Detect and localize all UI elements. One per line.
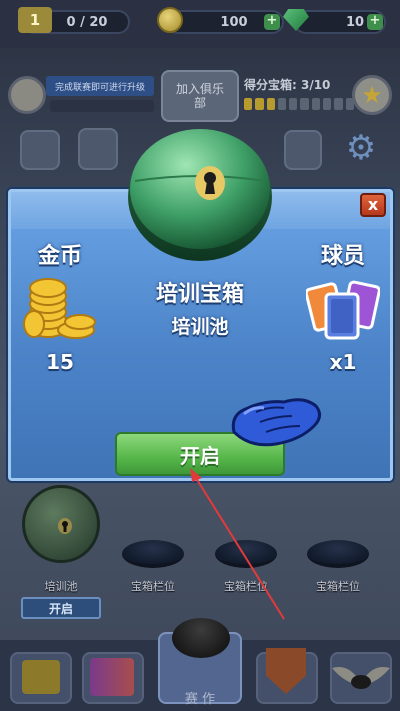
training-chest-icon [127, 123, 273, 263]
player-badge-icon[interactable] [8, 76, 46, 114]
season-progress-bar [50, 100, 154, 112]
chest-slot-open-button[interactable]: 开启 [21, 597, 101, 619]
settings-gear-icon[interactable]: ⚙ [342, 128, 380, 168]
close-button[interactable]: x [360, 193, 386, 217]
chest-source: 培训池 [171, 316, 229, 338]
tv-ad-button[interactable] [78, 128, 118, 170]
points-chest-label: 得分宝箱: 3/10 [244, 78, 331, 92]
players-reward-label: 球员 [320, 244, 365, 269]
empty-chest-slot[interactable] [307, 540, 369, 568]
coin-icon [157, 7, 183, 33]
club-emblem-button[interactable] [20, 130, 60, 170]
level-crown-icon: 1 [18, 7, 52, 33]
season-banner: 完成联赛即可进行升级 [46, 76, 154, 96]
empty-chest-slot[interactable] [122, 540, 184, 568]
add-gems-button[interactable]: + [367, 14, 383, 30]
chest-slot-label: 培训池 [44, 580, 78, 593]
empty-slot-label: 宝箱栏位 [316, 580, 360, 593]
gems-count: 10 [345, 14, 365, 30]
points-chest-progress [244, 98, 354, 110]
empty-chest-slot[interactable] [215, 540, 277, 568]
gold-coins-icon [22, 272, 98, 342]
join-club-button[interactable]: 加入俱乐部 [161, 70, 239, 122]
coins-reward-value: 15 [46, 350, 74, 374]
nav-play-label: 赛 作 [184, 692, 216, 707]
add-coins-button[interactable]: + [264, 14, 280, 30]
hockey-puck-icon [172, 618, 230, 658]
cards-icon [90, 658, 134, 696]
star-reward-icon[interactable]: ★ [352, 75, 392, 115]
level-progress-text: 0 / 20 [66, 14, 108, 30]
empty-slot-label: 宝箱栏位 [131, 580, 175, 593]
players-reward-value: x1 [329, 350, 357, 374]
player-cards-icon [304, 274, 381, 344]
chest-name: 培训宝箱 [155, 282, 244, 307]
hockey-glove-icon [226, 392, 324, 450]
winged-puck-icon [330, 660, 392, 694]
empty-slot-label: 宝箱栏位 [224, 580, 268, 593]
open-chest-button-label: 开启 [180, 443, 220, 468]
notes-button[interactable] [284, 130, 322, 170]
chest-slot-lock-icon[interactable] [22, 485, 100, 563]
coins-count: 100 [220, 14, 248, 30]
level-number: 1 [29, 11, 41, 29]
gold-stack-icon [22, 660, 60, 694]
coins-reward-label: 金币 [37, 244, 82, 269]
